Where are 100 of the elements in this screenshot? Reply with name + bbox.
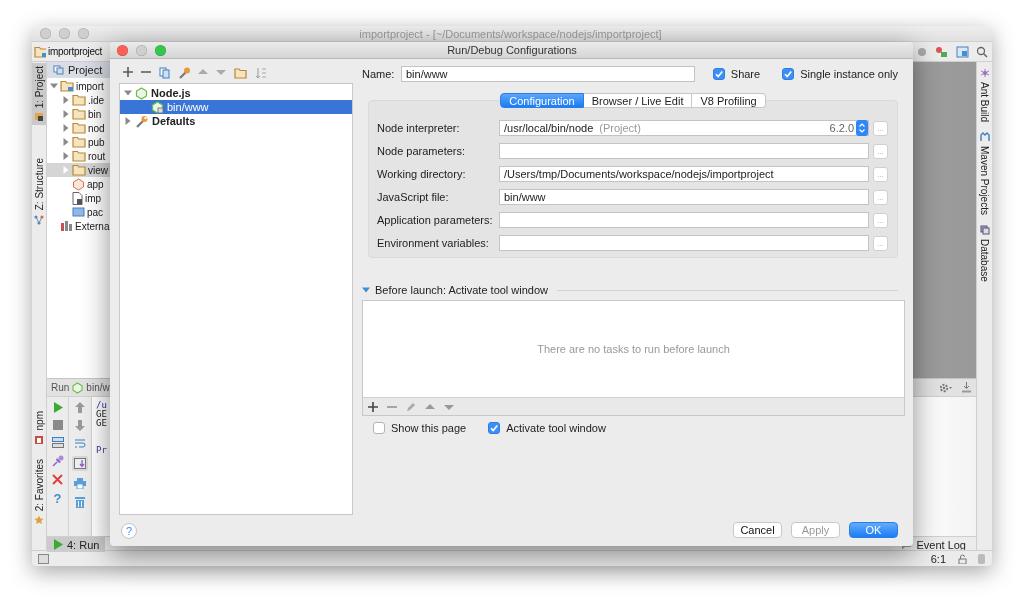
run-icon[interactable] [52,402,63,413]
tree-item[interactable]: rout [47,149,110,163]
tree-item[interactable]: Node.js [120,86,352,100]
close-button[interactable] [117,44,128,56]
down-arrow-icon[interactable] [75,420,85,431]
folder-icon [72,94,86,106]
field-label: Node parameters: [377,145,467,157]
expand-arrow-icon[interactable] [62,123,70,133]
tree-item[interactable]: import [47,79,110,93]
tree-item[interactable]: bin/www [120,100,352,114]
checkbox[interactable] [712,68,725,80]
sort-icon[interactable] [255,67,267,79]
expand-arrow-icon[interactable] [362,285,370,295]
tree-item[interactable]: app [47,177,110,191]
expand-arrow-icon[interactable] [124,88,132,98]
panel-toggle-icon[interactable] [38,553,49,564]
tool-window-tab[interactable]: Ant Build [977,68,992,123]
edit-icon[interactable] [406,401,416,412]
input-field[interactable] [499,143,869,159]
console-line: GE [96,419,107,428]
wrench-icon [135,114,149,128]
soft-wrap-icon[interactable] [74,438,86,449]
tree-item[interactable]: Externa [47,219,110,233]
npm-icon [34,434,44,445]
tool-window-tab[interactable]: Database [977,224,992,282]
up-arrow-icon[interactable] [75,402,85,413]
stop-icon[interactable] [52,420,63,430]
checkbox[interactable] [488,422,501,434]
field-label: Node interpreter: [377,122,461,134]
expand-arrow-icon[interactable] [50,81,58,91]
move-up-icon[interactable] [425,401,435,412]
checkbox[interactable] [782,68,795,80]
input-field[interactable] [499,212,869,228]
tree-item[interactable]: pac [47,205,110,219]
lock-icon[interactable] [958,553,967,564]
settings-icon[interactable] [939,382,953,393]
field-label: Name: [362,68,396,80]
folder-icon [34,45,46,58]
input-field[interactable] [499,235,869,251]
expand-arrow-icon[interactable] [62,165,70,175]
minimize-button[interactable] [136,44,147,56]
tool-window-tab[interactable]: Maven Projects [977,132,992,215]
maven-icon [979,132,990,143]
name-field[interactable]: bin/www [401,66,695,82]
tree-item[interactable]: Defaults [120,114,352,128]
add-icon[interactable] [123,67,133,79]
folder-icon [34,112,44,123]
dialog-button[interactable]: Cancel [733,522,782,538]
expand-arrow-icon[interactable] [62,95,70,105]
tool-window-tab[interactable]: npm [32,408,46,448]
tree-item[interactable]: bin [47,107,110,121]
close-icon[interactable] [52,474,63,485]
interpreter-dropdown[interactable]: /usr/local/bin/node (Project) 6.2.0 [499,120,869,136]
folder-icon[interactable] [234,67,247,79]
tool-window-tab[interactable]: 2: Favorites [32,455,46,528]
console-line: GE [96,410,107,419]
folder-icon [72,164,86,176]
search-icon[interactable] [976,45,988,58]
expand-arrow-icon[interactable] [62,137,70,147]
zoom-button[interactable] [78,28,89,39]
expand-arrow-icon[interactable] [62,151,70,161]
print-icon[interactable] [74,478,86,489]
tree-item[interactable]: imp [47,191,110,205]
tree-item[interactable]: pub [47,135,110,149]
empty-list-message: There are no tasks to run before launch [363,301,904,398]
expand-arrow-icon[interactable] [62,109,70,119]
minimize-button[interactable] [59,28,70,39]
tree-item[interactable]: nod [47,121,110,135]
console-line: /u [96,401,107,410]
tab[interactable]: Browser / Live Edit [583,93,693,108]
tree-item[interactable]: view [47,163,110,177]
tool-window-tab[interactable]: Z: Structure [32,155,46,228]
tree-item[interactable]: .ide [47,93,110,107]
scroll-to-end-icon[interactable] [74,458,86,469]
tool-window-tab[interactable]: 4: Run [47,537,106,552]
tab[interactable]: V8 Profiling [692,93,766,108]
structure-icon[interactable] [956,45,969,58]
layout-icon[interactable] [51,437,64,448]
pin-icon[interactable] [51,455,64,467]
add-icon[interactable] [368,401,378,412]
breadcrumb[interactable]: importproject [34,45,102,58]
close-button[interactable] [40,28,51,39]
cursor-position: 6:1 [930,552,946,565]
console-line: Pr [96,446,107,455]
tool-window-tab[interactable]: 1: Project [32,63,46,126]
hexagon-icon [72,381,84,394]
input-field[interactable]: /Users/tmp/Documents/workspace/nodejs/importproject [499,166,869,182]
trash-icon[interactable] [75,496,85,508]
copy-icon[interactable] [159,67,170,79]
checkbox[interactable] [373,422,385,434]
wrench-icon[interactable] [178,67,190,79]
checkbox-label: Share [730,68,761,80]
star-icon [34,515,44,525]
stepper-icon [856,120,868,136]
expand-arrow-icon[interactable] [124,116,132,126]
hide-panel-icon[interactable] [961,382,972,393]
section-title: Before launch: Activate tool window [375,284,549,296]
input-field[interactable]: bin/www [499,189,869,205]
zoom-button[interactable] [155,44,166,56]
checkbox-label: Activate tool window [506,422,606,434]
